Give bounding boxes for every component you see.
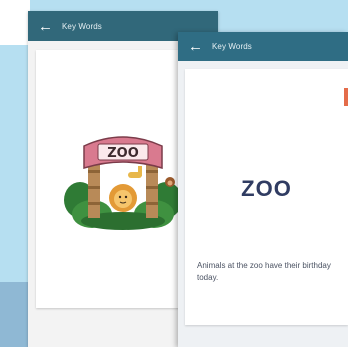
background-corner — [0, 0, 30, 45]
app-bar: ← Key Words — [178, 32, 348, 61]
zoo-sign-text: ZOO — [107, 146, 139, 161]
example-sentence: Animals at the zoo have their birthday t… — [197, 261, 331, 282]
phone-screen-front: ← Key Words ZOO Animals at the zoo have … — [178, 32, 348, 347]
edge-indicator — [344, 88, 348, 106]
app-bar-title: Key Words — [62, 21, 102, 31]
zoo-gate-illustration: ZOO — [64, 136, 182, 230]
key-word: ZOO — [241, 176, 292, 201]
arrow-left-icon[interactable]: ← — [38, 19, 54, 34]
arrow-left-icon[interactable]: ← — [188, 39, 204, 54]
app-bar-title: Key Words — [212, 42, 252, 51]
flashcard-word[interactable]: ZOO Animals at the zoo have their birthd… — [185, 69, 348, 325]
